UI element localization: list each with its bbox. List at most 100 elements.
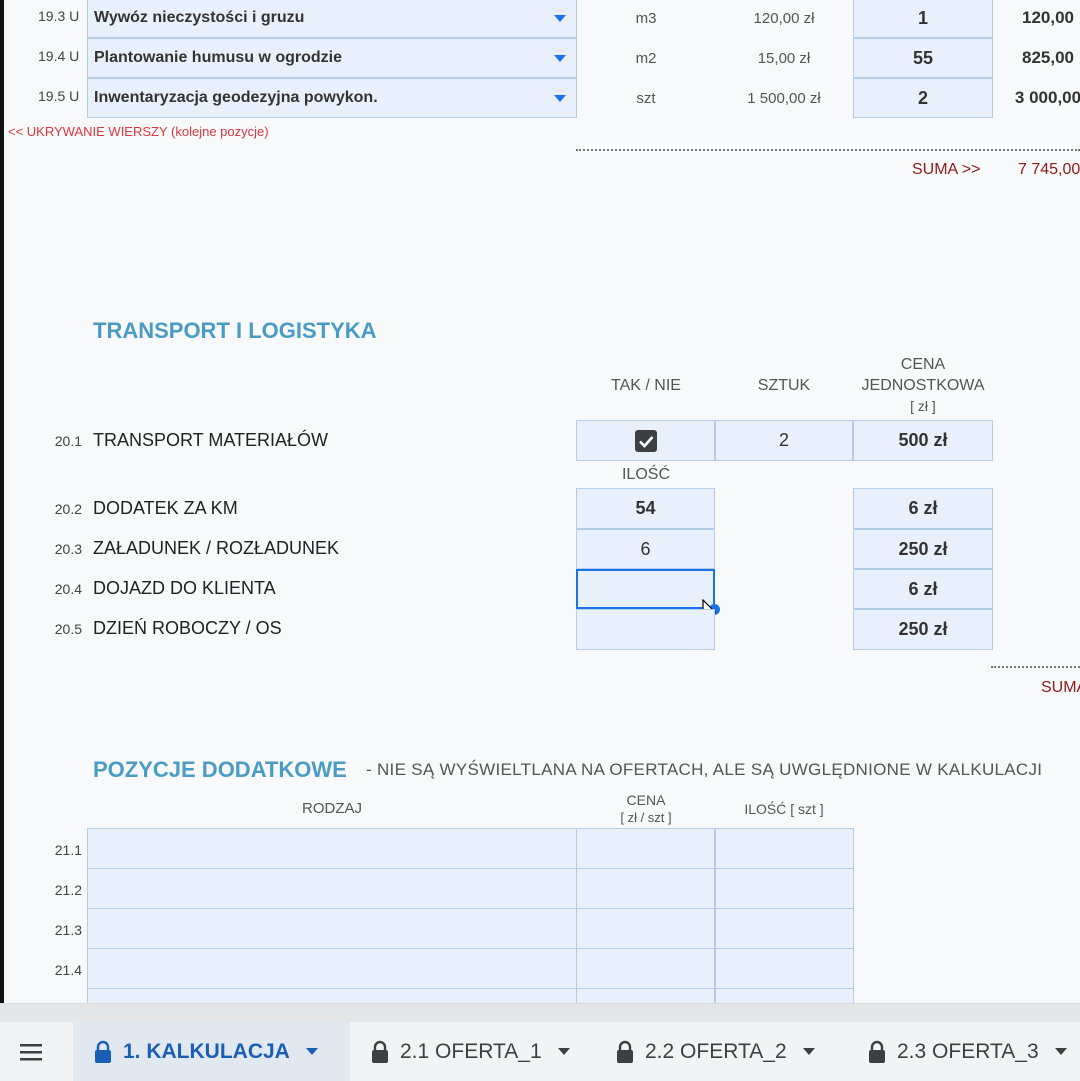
chevron-down-icon[interactable] (305, 1048, 318, 1055)
dropdown-cell-19-5[interactable]: Inwentaryzacja geodezyjna powykon. (87, 78, 577, 118)
sztuk-input-20-1[interactable]: 2 (715, 420, 853, 461)
ilosc-input-20-2[interactable]: 54 (576, 488, 715, 529)
row-number: 20.4 (54, 581, 82, 597)
section-subtitle-extra: - NIE SĄ WYŚWIELTLANA NA OFERTACH, ALE S… (366, 760, 1043, 779)
chevron-down-icon[interactable] (802, 1048, 815, 1055)
section-title-transport: TRANSPORT I LOGISTYKA (93, 318, 377, 343)
cena-input-20-1[interactable]: 500 zł (853, 420, 993, 461)
ilosc-input-20-3[interactable]: 6 (576, 529, 715, 569)
suma-label: SUMA >> (912, 161, 981, 178)
dropdown-arrow-icon[interactable] (554, 55, 566, 62)
lock-icon (372, 1040, 388, 1063)
tab-label: 2.1 OFERTA_1 (400, 1039, 542, 1063)
col-header-ilosc-szt: ILOŚĆ [ szt ] (744, 801, 824, 817)
col-header-sztuk: SZTUK (757, 377, 811, 394)
row-number: 21.2 (54, 882, 82, 898)
col-header-cena-unit: [ zł ] (910, 398, 936, 414)
dropdown-arrow-icon[interactable] (554, 95, 566, 102)
tab-label: 1. KALKULACJA (123, 1039, 290, 1063)
row-number: 20.2 (54, 501, 82, 517)
hamburger-menu-icon[interactable] (18, 1042, 44, 1062)
section-title-extra: POZYCJE DODATKOWE (93, 757, 347, 782)
checkbox-cell-20-1[interactable] (576, 420, 715, 461)
row-label: ZAŁADUNEK / ROZŁADUNEK (93, 538, 340, 558)
suma-value: 7 745,00 (1018, 161, 1080, 178)
dropdown-arrow-icon[interactable] (554, 15, 566, 22)
chevron-down-icon[interactable] (1054, 1048, 1067, 1055)
hide-rows-link[interactable]: << UKRYWANIE WIERSZY (kolejne pozycje) (8, 124, 269, 139)
row-label: DODATEK ZA KM (93, 498, 238, 518)
transport-suma-label: SUMA (1041, 679, 1080, 696)
row-label: DOJAZD DO KLIENTA (93, 578, 276, 598)
col-header-cena: CENA (626, 792, 666, 808)
spreadsheet-area: 19.3 U Wywóz nieczystości i gruzu m3 120… (0, 0, 1080, 1003)
rodzaj-input[interactable] (87, 988, 577, 1003)
total-cell: 120,00 (1022, 8, 1074, 27)
col-header-cena-unit: [ zł / szt ] (620, 810, 672, 825)
dropdown-cell-19-4[interactable]: Plantowanie humusu w ogrodzie (87, 38, 577, 78)
ilosc-input-20-4-selected[interactable] (576, 569, 715, 609)
rodzaj-input[interactable] (87, 948, 577, 989)
rodzaj-input[interactable] (87, 828, 577, 869)
qty-input-19-5[interactable]: 2 (853, 78, 993, 118)
qty-input-19-4[interactable]: 55 (853, 38, 993, 78)
rodzaj-input[interactable] (87, 908, 577, 949)
checkbox-checked-icon[interactable] (634, 429, 657, 452)
col-header-rodzaj: RODZAJ (302, 800, 362, 817)
qty-input-19-3[interactable]: 1 (853, 0, 993, 38)
price-cell: 120,00 zł (753, 9, 815, 27)
cena-input[interactable] (576, 948, 715, 989)
all-sheets-menu-button[interactable] (18, 1022, 48, 1081)
sheet-tab-bar: 1. KALKULACJA 2.1 OFERTA_1 2.2 OFERTA_2 … (0, 1003, 1080, 1081)
dotted-divider (991, 666, 1080, 668)
price-cell: 15,00 zł (757, 49, 811, 67)
ilosc-input-20-5[interactable] (576, 609, 715, 650)
ilosc-input[interactable] (715, 948, 854, 989)
cena-input-20-5[interactable]: 250 zł (853, 609, 993, 650)
ilosc-input[interactable] (715, 908, 854, 949)
dropdown-cell-19-3[interactable]: Wywóz nieczystości i gruzu (87, 0, 577, 38)
row-label: TRANSPORT MATERIAŁÓW (93, 430, 329, 450)
col-header-cena-jednostkowa: JEDNOSTKOWA (861, 377, 985, 394)
dotted-divider (576, 149, 1080, 151)
row-label: DZIEŃ ROBOCZY / OS (93, 618, 282, 638)
col-header-ilosc: ILOŚĆ (621, 466, 670, 483)
total-cell: 825,00 (1022, 48, 1074, 67)
cena-input-20-3[interactable]: 250 zł (853, 529, 993, 569)
tab-label: 2.2 OFERTA_2 (645, 1039, 787, 1063)
dropdown-value: Wywóz nieczystości i gruzu (94, 9, 305, 26)
cena-input[interactable] (576, 908, 715, 949)
row-number: 20.5 (54, 621, 82, 637)
ilosc-input[interactable] (715, 828, 854, 869)
ilosc-input[interactable] (715, 868, 854, 909)
tab-label: 2.3 OFERTA_3 (897, 1039, 1039, 1063)
tab-kalkulacja[interactable]: 1. KALKULACJA (73, 1022, 350, 1081)
row-number: 19.3 U (38, 8, 80, 24)
tab-oferta-2[interactable]: 2.2 OFERTA_2 (615, 1022, 835, 1081)
row-number: 20.1 (54, 433, 82, 449)
horizontal-scrollbar[interactable] (0, 1004, 1080, 1022)
row-number: 20.3 (54, 541, 82, 557)
unit-cell: m2 (635, 49, 657, 67)
row-number: 19.5 U (38, 88, 80, 104)
tab-oferta-3[interactable]: 2.3 OFERTA_3 (867, 1022, 1080, 1081)
row-number: 21.1 (54, 842, 82, 858)
cena-input[interactable] (576, 828, 715, 869)
tab-oferta-1[interactable]: 2.1 OFERTA_1 (370, 1022, 590, 1081)
sheet-left-border (0, 0, 4, 1003)
ilosc-input[interactable] (715, 988, 854, 1003)
cena-input-20-2[interactable]: 6 zł (853, 488, 993, 529)
total-cell: 3 000,00 (1014, 88, 1080, 107)
price-cell: 1 500,00 zł (747, 89, 821, 107)
cena-input[interactable] (576, 988, 715, 1003)
lock-icon (869, 1040, 885, 1063)
col-header-tak-nie: TAK / NIE (611, 377, 681, 394)
lock-icon (617, 1040, 633, 1063)
chevron-down-icon[interactable] (557, 1048, 570, 1055)
cena-input[interactable] (576, 868, 715, 909)
col-header-cena: CENA (900, 356, 946, 373)
row-number: 21.4 (54, 962, 82, 978)
dropdown-value: Plantowanie humusu w ogrodzie (94, 49, 343, 66)
rodzaj-input[interactable] (87, 868, 577, 909)
cena-input-20-4[interactable]: 6 zł (853, 569, 993, 609)
